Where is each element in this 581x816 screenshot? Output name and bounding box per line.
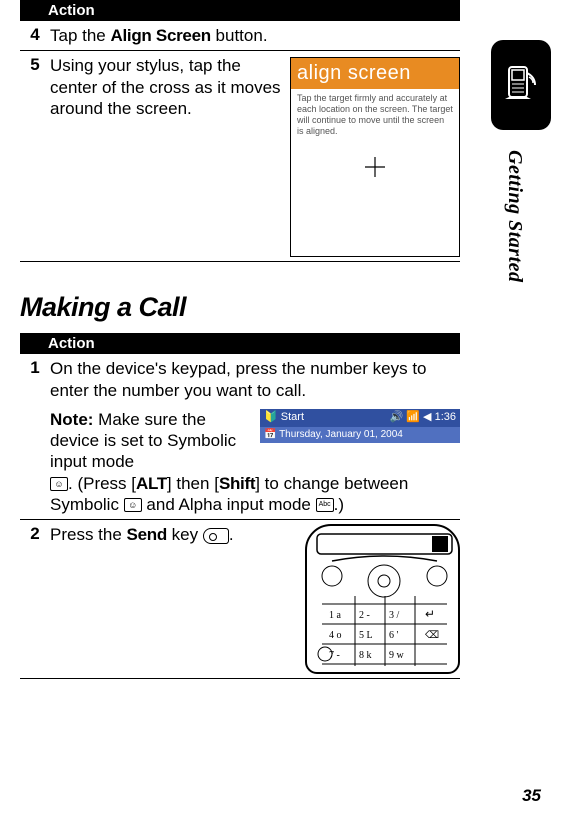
chapter-tab	[491, 40, 551, 130]
alpha-icon: Abc	[316, 498, 334, 512]
startbar-preview: 🔰 Start 🔊 📶 ◀ 1:36 📅 Thursday, January 0…	[260, 409, 460, 473]
send-key-icon	[203, 528, 229, 544]
step-5-text: Using your stylus, tap the center of the…	[50, 55, 290, 257]
step-4-prefix: Tap the	[50, 26, 111, 45]
call-step-2-prefix: Press the	[50, 525, 127, 544]
keypad-illustration: 1 a 2 - 3 / 4 o 5 L 6 ' 7 - 8 k 9 w ↵ ⌫	[305, 524, 460, 674]
call-step-2-suffix: key	[167, 525, 203, 544]
call-step-2-body: Press the Send key .	[50, 524, 460, 674]
crosshair-icon	[365, 157, 385, 177]
startbar-right: 1:36	[435, 411, 456, 423]
step-4-row: 4 Tap the Align Screen button.	[20, 21, 460, 51]
call-step-1-num: 1	[20, 358, 50, 515]
step-4-body: Tap the Align Screen button.	[50, 25, 460, 46]
step-5-row: 5 Using your stylus, tap the center of t…	[20, 51, 460, 262]
align-screen-preview: align screen Tap the target firmly and a…	[290, 57, 460, 257]
call-step-2-tail: .	[229, 525, 234, 544]
page-number: 35	[522, 786, 541, 806]
svg-text:1 a: 1 a	[329, 610, 342, 621]
preview-instructions: Tap the target firmly and accurately at …	[291, 89, 459, 140]
svg-text:8 k: 8 k	[359, 650, 372, 661]
action-header-1: Action	[20, 0, 460, 21]
shift-key: Shift	[219, 474, 255, 493]
svg-text:9 w: 9 w	[389, 650, 405, 661]
note-6: .)	[334, 495, 344, 514]
section-heading: Making a Call	[20, 292, 460, 323]
startbar-date: Thursday, January 01, 2004	[279, 429, 403, 440]
note-2: . (Press	[68, 474, 131, 493]
chapter-label: Getting Started	[503, 150, 526, 283]
call-step-1-line1: On the device's keypad, press the number…	[50, 358, 460, 401]
preview-title: align screen	[291, 58, 459, 89]
svg-text:6 ': 6 '	[389, 630, 399, 641]
note-5: and Alpha input mode	[142, 495, 316, 514]
align-screen-label: Align Screen	[111, 26, 211, 45]
svg-text:2 -: 2 -	[359, 610, 370, 621]
call-step-2-num: 2	[20, 524, 50, 674]
step-4-suffix: button.	[211, 26, 268, 45]
step-5-num: 5	[20, 55, 50, 257]
note-label: Note:	[50, 410, 93, 429]
alt-key: ALT	[136, 474, 167, 493]
svg-text:↵: ↵	[425, 607, 435, 621]
action-header-1-label: Action	[48, 2, 95, 19]
step-5-body: Using your stylus, tap the center of the…	[50, 55, 460, 257]
svg-text:4 o: 4 o	[329, 630, 342, 641]
call-step-1-body: On the device's keypad, press the number…	[50, 358, 460, 515]
step-4-num: 4	[20, 25, 50, 46]
call-step-2-row: 2 Press the Send key .	[20, 520, 460, 679]
svg-text:3 /: 3 /	[389, 610, 400, 621]
chapter-icon-box	[491, 40, 551, 130]
call-step-1-note: Note: Make sure the device is set to Sym…	[50, 401, 460, 515]
startbar-left: Start	[281, 411, 304, 423]
phone-icon	[499, 63, 543, 107]
call-step-1-row: 1 On the device's keypad, press the numb…	[20, 354, 460, 519]
symbolic-mode-icon: ☺	[50, 477, 68, 491]
svg-text:⌫: ⌫	[425, 630, 439, 641]
symbolic-icon: ☺	[124, 498, 142, 512]
svg-text:7 -: 7 -	[329, 650, 340, 661]
send-label: Send	[127, 525, 167, 544]
action-header-2: Action	[20, 333, 460, 354]
note-3: then	[172, 474, 215, 493]
svg-text:5 L: 5 L	[359, 630, 373, 641]
action-header-2-label: Action	[48, 335, 95, 352]
